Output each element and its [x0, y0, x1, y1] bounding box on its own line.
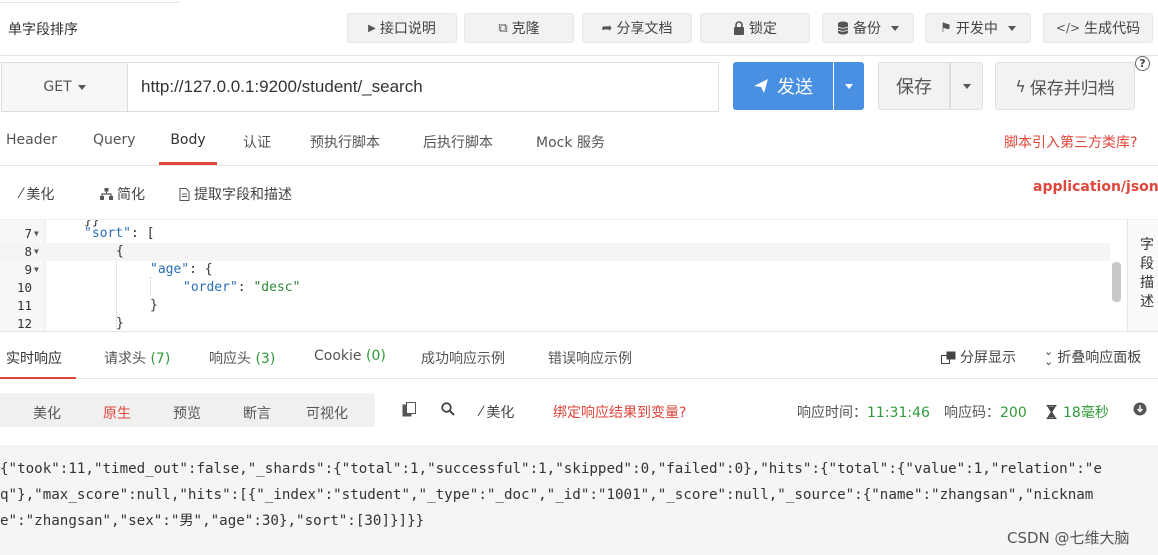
save-archive-button[interactable]: ϟ 保存并归档 — [995, 62, 1135, 110]
response-duration: 18毫秒 — [1046, 402, 1109, 422]
database-icon — [837, 21, 849, 35]
send-button[interactable]: 发送 — [733, 62, 833, 110]
page-title: 单字段排序 — [8, 22, 78, 38]
method-select[interactable]: GET — [1, 62, 127, 112]
send-icon — [754, 79, 768, 93]
response-line: {"took":11,"timed_out":false,"_shards":{… — [0, 461, 1102, 477]
file-icon — [179, 187, 190, 201]
tab-post-script[interactable]: 后执行脚本 — [423, 132, 493, 165]
magic-wand-icon: ⁄ — [480, 404, 483, 420]
editor-scrollbar[interactable] — [1112, 262, 1121, 302]
chevron-down-icon — [77, 84, 86, 90]
save-options-button[interactable] — [950, 62, 983, 110]
clone-button[interactable]: ⧉ 克隆 — [464, 13, 574, 43]
hourglass-icon — [1046, 405, 1057, 419]
code-line: 10 "order": "desc" — [16, 280, 301, 295]
share-doc-button[interactable]: ➦ 分享文档 — [582, 13, 692, 43]
lock-icon — [734, 21, 744, 35]
chevron-down-icon — [962, 83, 971, 89]
tab-error-example[interactable]: 错误响应示例 — [548, 348, 632, 379]
simplify-button[interactable]: 简化 — [100, 184, 145, 204]
status-dropdown[interactable]: ⚑ 开发中 — [925, 13, 1031, 43]
play-icon: ▶ — [368, 22, 376, 34]
code-icon: </> — [1055, 21, 1081, 35]
gen-code-button[interactable]: </> 生成代码 — [1043, 13, 1153, 43]
sitemap-icon — [100, 188, 113, 200]
view-raw[interactable]: 原生 — [103, 403, 131, 423]
chevron-down-icon — [891, 25, 899, 31]
magic-wand-icon: ⁄ — [20, 186, 23, 202]
split-view-button[interactable]: 分屏显示 — [941, 347, 1016, 367]
view-preview[interactable]: 预览 — [173, 403, 201, 423]
top-bar: 单字段排序 ▶ 接口说明 ⧉ 克隆 ➦ 分享文档 锁定 备份 ⚑ 开发中 </> — [0, 0, 1158, 56]
view-beautify[interactable]: 美化 — [33, 403, 61, 423]
response-line: e":"zhangsan","sex":"男","age":30},"sort"… — [0, 513, 425, 529]
third-party-lib-link[interactable]: 脚本引入第三方类库? — [1004, 132, 1137, 152]
url-input[interactable] — [127, 62, 719, 112]
body-toolbar: ⁄ 美化 简化 提取字段和描述 — [0, 166, 1158, 220]
code-line: 11 } — [16, 298, 158, 313]
request-tabs: Header Query Body 认证 预执行脚本 后执行脚本 Mock 服务 — [0, 120, 1158, 166]
code-editor[interactable]: }} 7 ▼ "sort": [ 8 ▼ { 9 ▼ "age": { 10 "… — [0, 220, 1123, 331]
tab-success-example[interactable]: 成功响应示例 — [421, 348, 505, 379]
backup-button[interactable]: 备份 — [822, 13, 914, 43]
view-visualize[interactable]: 可视化 — [306, 403, 348, 423]
code-line: 9 ▼ "age": { — [24, 261, 213, 279]
tab-cookie[interactable]: Cookie (0) — [314, 348, 386, 379]
fold-arrow-icon[interactable]: ▼ — [34, 225, 39, 243]
chevron-down-icon — [845, 83, 853, 89]
bind-variable-link[interactable]: 绑定响应结果到变量? — [553, 402, 686, 422]
response-time: 响应时间：11:31:46 — [797, 405, 930, 421]
copy-icon: ⧉ — [498, 20, 508, 36]
beautify-response-button[interactable]: ⁄ 美化 — [480, 402, 514, 422]
api-doc-button[interactable]: ▶ 接口说明 — [347, 13, 457, 43]
tab-query[interactable]: Query — [93, 132, 136, 165]
download-button[interactable] — [1133, 402, 1147, 416]
tab-realtime-response[interactable]: 实时响应 — [0, 348, 76, 379]
content-type-select[interactable]: application/json — [1033, 179, 1158, 195]
collapse-panel-button[interactable]: ⌄ ⌄ 折叠响应面板 — [1044, 345, 1141, 368]
response-body[interactable]: {"took":11,"timed_out":false,"_shards":{… — [0, 445, 1158, 555]
tab-body[interactable]: Body — [159, 132, 217, 165]
response-line: q"},"max_score":null,"hits":[{"_index":"… — [0, 487, 1094, 503]
view-assert[interactable]: 断言 — [243, 403, 271, 423]
code-line: 8 ▼ { — [0, 243, 1110, 261]
share-icon: ➦ — [601, 20, 613, 36]
response-code: 响应码：200 — [944, 405, 1027, 421]
save-button[interactable]: 保存 — [878, 62, 950, 110]
search-icon — [441, 402, 455, 416]
download-circle-icon — [1133, 402, 1147, 416]
beautify-button[interactable]: ⁄ 美化 — [20, 184, 54, 204]
fold-arrow-icon[interactable]: ▼ — [34, 261, 39, 279]
lock-button[interactable]: 锁定 — [700, 13, 810, 43]
flag-icon: ⚑ — [940, 20, 952, 36]
tab-request-headers[interactable]: 请求头 (7) — [104, 348, 170, 379]
tab-response-headers[interactable]: 响应头 (3) — [209, 348, 275, 379]
tab-pre-script[interactable]: 预执行脚本 — [310, 132, 380, 165]
field-desc-label: 字段描述 — [1140, 237, 1154, 310]
tab-header[interactable]: Header — [6, 132, 57, 165]
help-icon[interactable]: ? — [1135, 56, 1150, 71]
copy-response-button[interactable] — [402, 402, 416, 417]
double-chevron-down-icon: ⌄ ⌄ — [1044, 345, 1054, 368]
send-options-button[interactable] — [834, 62, 864, 110]
search-response-button[interactable] — [441, 402, 455, 416]
chevron-down-icon — [1007, 25, 1016, 31]
tab-auth[interactable]: 认证 — [243, 132, 271, 165]
code-line: 7 ▼ "sort": [ — [24, 225, 155, 243]
bolt-icon: ϟ — [1015, 76, 1026, 96]
clipboard-icon — [402, 402, 416, 417]
fold-arrow-icon[interactable]: ▼ — [34, 243, 39, 261]
watermark: CSDN @七维大脑 — [1007, 529, 1130, 547]
tab-strip — [0, 0, 180, 3]
extract-fields-button[interactable]: 提取字段和描述 — [179, 184, 292, 204]
split-screen-icon — [941, 351, 956, 364]
code-line: 12 } — [16, 316, 124, 331]
tab-mock[interactable]: Mock 服务 — [536, 132, 605, 165]
